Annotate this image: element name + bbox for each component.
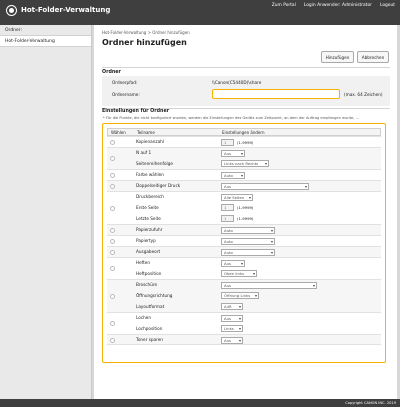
table-row: Ausgabeort Auto [107,246,381,257]
row-label: Heftposition [136,271,162,276]
logout-link[interactable]: Logout [380,3,395,8]
row-select-checkbox[interactable] [110,338,115,343]
row-label: Broschüre [136,282,158,287]
table-row: Farbe wählen Auto [107,169,381,180]
row-label: Papierzufuhr [136,227,163,232]
col-select: Wählen [111,130,126,135]
sidebar-item-ordner[interactable]: Ordner: [0,25,91,36]
first-page-input[interactable]: 1 [221,204,234,211]
divider [102,67,390,68]
settings-note: * Für die Punkte, die nicht konfiguriert… [103,116,359,120]
header-links: Zum Portal Login Anwender: Administrator… [272,3,395,8]
staple-position-select[interactable]: Oben links [221,270,257,277]
row-label: N auf 1 [136,150,152,155]
row-label: Heften [136,260,150,265]
booklet-select[interactable]: Aus [221,282,317,289]
table-row: Druckbereich Alle Seiten Erste Seite 1 (… [107,191,381,224]
row-label: Erste Seite [136,205,159,210]
app-title: Hot-Folder-Verwaltung [21,6,111,14]
col-settings: Einstellungen ändern [222,130,265,135]
settings-section-heading: Einstellungen für Ordner [102,109,170,114]
row-select-checkbox[interactable] [110,140,115,145]
output-select[interactable]: Auto [221,249,275,256]
row-label: Layoutformat [136,304,165,309]
settings-table-header: Wählen Teilname Einstellungen ändern [107,128,381,136]
main-content: Hot-Folder-Verwaltung > Ordner hinzufüge… [94,25,397,399]
table-row: Broschüre Aus Öffnungsrichtung Öffnung L… [107,279,381,312]
hot-folder-logo-icon [6,5,17,16]
cancel-button[interactable]: Abbrechen [357,51,389,63]
footer: Copyright CANON INC. 2019 [0,399,400,407]
table-row: Papiertyp Auto [107,235,381,246]
row-select-checkbox[interactable] [110,321,115,326]
row-select-checkbox[interactable] [110,294,115,299]
row-label: Papiertyp [136,238,156,243]
table-row: N auf 1 Aus Seitenreihenfolge Links nach… [107,147,381,169]
first-page-range: (1-9999) [237,205,254,210]
staple-select[interactable]: Aus [221,260,245,267]
page-order-select[interactable]: Links nach Rechts [221,160,269,167]
sidebar-item-hot-folder[interactable]: Hot-Folder-Verwaltung [0,36,91,47]
top-bar: Hot-Folder-Verwaltung Zum Portal Login A… [0,0,400,25]
layout-format-select[interactable]: A4R [221,303,243,310]
breadcrumb: Hot-Folder-Verwaltung > Ordner hinzufüge… [102,30,190,35]
path-value: \\Canon(C5440D)\share [212,80,262,85]
table-row: Papierzufuhr Auto [107,224,381,235]
duplex-select[interactable]: Aus [221,183,309,190]
copies-range: (1-9999) [237,140,254,145]
row-select-checkbox[interactable] [110,206,115,211]
name-label: Ordnername: [112,92,140,97]
row-select-checkbox[interactable] [110,228,115,233]
row-label: Seitenreihenfolge [136,161,173,166]
color-select[interactable]: Auto [221,172,245,179]
opening-direction-select[interactable]: Öffnung Links [221,292,259,299]
add-button[interactable]: Hinzufügen [321,51,354,63]
row-select-checkbox[interactable] [110,239,115,244]
table-row: Doppelseitiger Druck Aus [107,180,381,191]
ordner-section-heading: Ordner [102,70,121,75]
row-select-checkbox[interactable] [110,266,115,271]
row-select-checkbox[interactable] [110,156,115,161]
paper-type-select[interactable]: Auto [221,238,275,245]
table-row: Lochen Aus Lochposition Links [107,312,381,334]
row-label: Letzte Seite [136,216,161,221]
page-title: Ordner hinzufügen [102,38,187,47]
row-label: Toner sparen [136,337,163,342]
row-select-checkbox[interactable] [110,173,115,178]
row-select-checkbox[interactable] [110,250,115,255]
last-page-input[interactable]: 1 [221,215,234,222]
row-label: Lochen [136,315,152,320]
row-label: Druckbereich [136,194,164,199]
row-label: Öffnungsrichtung [136,293,173,298]
row-label: Doppelseitiger Druck [136,183,181,188]
print-range-select[interactable]: Alle Seiten [221,194,253,201]
punch-position-select[interactable]: Links [221,325,243,332]
n-up-select[interactable]: Aus [221,150,245,157]
settings-table-panel: Wählen Teilname Einstellungen ändern Kop… [102,123,386,363]
name-hint: (max. 64 Zeichen) [344,92,383,97]
last-page-range: (1-9999) [237,216,254,221]
table-row: Toner sparen Aus [107,334,381,345]
path-label: Ordnerpfad: [112,80,138,85]
row-label: Ausgabeort [136,249,161,254]
col-name: Teilname [137,130,155,135]
punch-select[interactable]: Aus [221,315,243,322]
paper-source-select[interactable]: Auto [221,227,275,234]
copies-input[interactable]: 1 [221,139,234,146]
ordner-name-input[interactable] [212,89,340,99]
row-label: Farbe wählen [136,172,164,177]
ordner-form: Ordnerpfad: \\Canon(C5440D)\share Ordner… [102,76,390,106]
login-user-text: Login Anwender: Administrator [303,3,372,8]
sidebar: Ordner: Hot-Folder-Verwaltung [0,25,92,399]
portal-link[interactable]: Zum Portal [272,3,296,8]
row-label: Lochposition [136,326,163,331]
table-row: Heften Aus Heftposition Oben links [107,257,381,279]
table-row: Kopienanzahl 1 (1-9999) [107,136,381,147]
row-select-checkbox[interactable] [110,184,115,189]
row-label: Kopienanzahl [136,139,164,144]
toner-save-select[interactable]: Aus [221,337,243,344]
